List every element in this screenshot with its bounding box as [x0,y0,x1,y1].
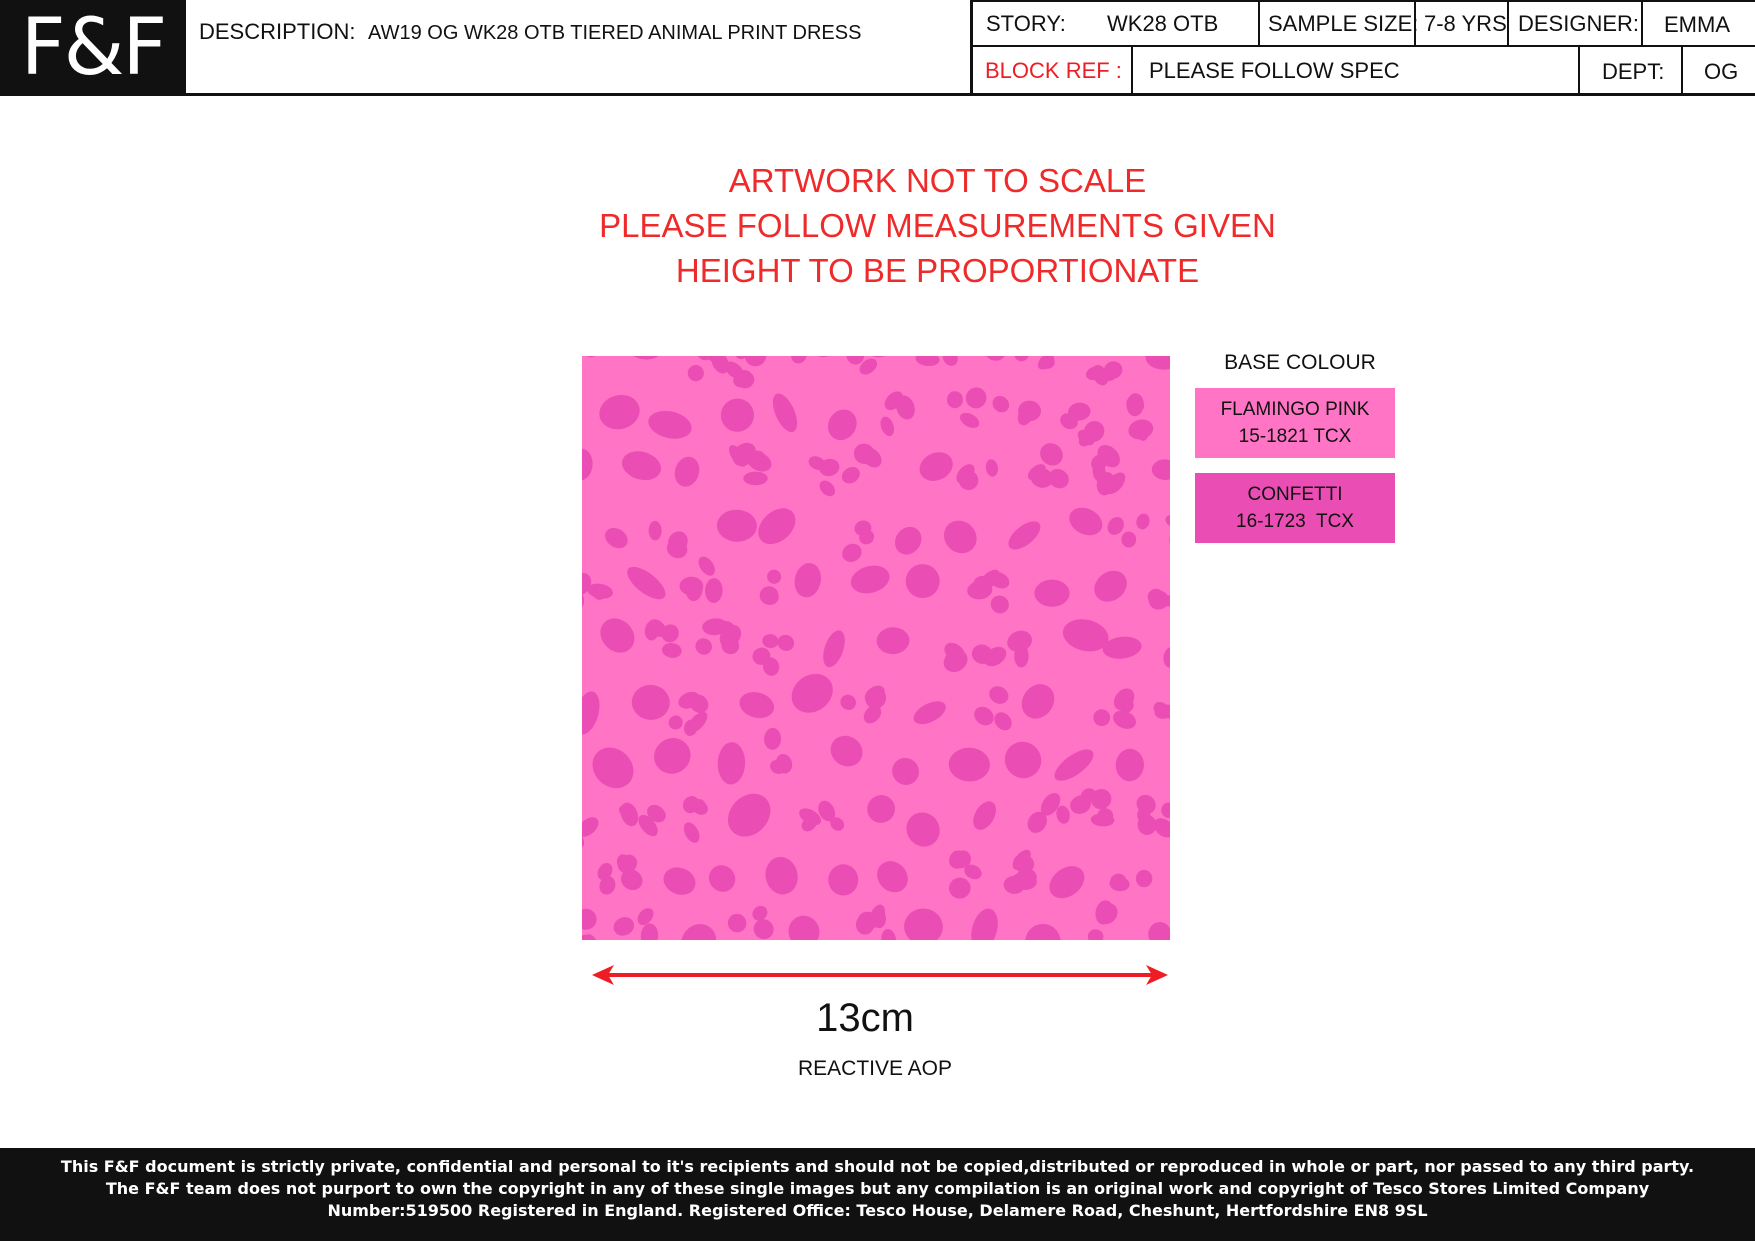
sample-size-value: 7-8 YRS [1424,11,1507,36]
sample-size-label: SAMPLE SIZE: [1268,11,1419,36]
dept-label: DEPT: [1602,59,1665,84]
swatch-code: 16-1723 TCX [1236,511,1354,532]
header-top-border [972,0,1755,2]
header-divider [1131,46,1133,95]
logo-text: F&F [20,2,168,93]
print-type-label: REACTIVE AOP [797,1057,953,1080]
block-ref-label: BLOCK REF : [985,58,1122,83]
designer-value: EMMA [1664,12,1730,37]
story-label: STORY: [986,11,1066,36]
dept-value: OG [1704,59,1739,84]
swatch-code: 15-1821 TCX [1238,426,1352,447]
header-divider [1681,46,1683,95]
footer-line-1: This F&F document is strictly private, c… [60,1157,1695,1176]
legal-footer: This F&F document is strictly private, c… [0,1148,1755,1241]
footer-line-3: Number:519500 Registered in England. Reg… [327,1201,1428,1220]
description-value: AW19 OG WK28 OTB TIERED ANIMAL PRINT DRE… [368,22,862,44]
header-description-divider [970,0,973,95]
header-divider [1258,0,1260,46]
colour-swatch-confetti: CONFETTI 16-1723 TCX [1195,473,1395,543]
width-label: 13cm [816,996,914,1040]
description-label: DESCRIPTION: [199,19,356,44]
swatch-name: CONFETTI [1247,484,1343,505]
colour-swatch-flamingo-pink: FLAMINGO PINK 15-1821 TCX [1195,388,1395,458]
leopard-spot [743,471,768,486]
header-row-divider [972,45,1755,47]
notice-line-2: PLEASE FOLLOW MEASUREMENTS GIVEN [599,207,1276,244]
notice-line-1: ARTWORK NOT TO SCALE [728,162,1147,199]
story-value: WK28 OTB [1107,11,1219,36]
leopard-spot [1034,579,1070,607]
block-ref-value: PLEASE FOLLOW SPEC [1149,58,1400,83]
brand-logo: F&F [0,0,186,95]
swatch-name: FLAMINGO PINK [1220,399,1370,420]
header-divider [1507,0,1509,46]
header-divider [1641,0,1643,46]
footer-line-2: The F&F team does not purport to own the… [105,1179,1650,1198]
header-divider [1578,46,1580,95]
header-bottom-border [0,93,1755,96]
notice-line-3: HEIGHT TO BE PROPORTIONATE [675,252,1200,289]
leopard-spot [1135,869,1153,888]
leopard-spot [679,576,704,596]
artwork-swatch [582,356,1170,940]
designer-label: DESIGNER: [1518,11,1640,36]
base-colour-heading: BASE COLOUR [1224,351,1376,374]
width-arrow [592,965,1168,985]
